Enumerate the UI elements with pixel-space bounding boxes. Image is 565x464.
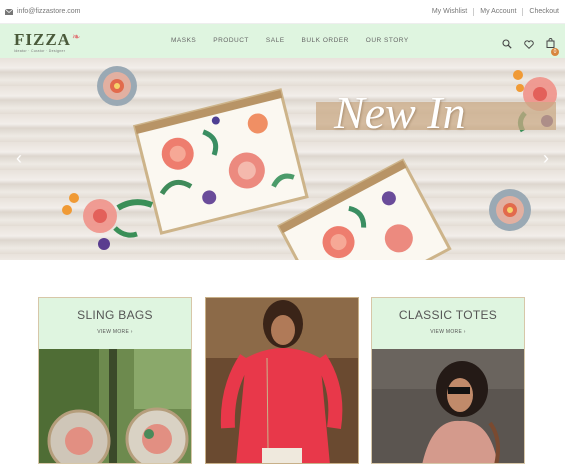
logo-flourish-icon: ❧ bbox=[72, 32, 81, 43]
card-sling-bags[interactable]: SLING BAGS VIEW MORE › bbox=[38, 297, 192, 464]
email-text: info@fizzastore.com bbox=[17, 8, 81, 15]
mail-icon bbox=[5, 8, 13, 15]
chevron-left-icon[interactable]: ‹ bbox=[16, 148, 22, 169]
brand-name: FIZZA bbox=[14, 30, 71, 49]
heart-icon[interactable] bbox=[524, 39, 534, 49]
card-title: SLING BAGS bbox=[77, 308, 153, 322]
chevron-right-icon[interactable]: › bbox=[543, 148, 549, 169]
view-more-link[interactable]: VIEW MORE › bbox=[39, 329, 191, 335]
account-link[interactable]: My Account bbox=[474, 8, 524, 16]
card-classic-totes[interactable]: CLASSIC TOTES VIEW MORE › bbox=[371, 297, 525, 464]
search-icon[interactable] bbox=[502, 39, 512, 49]
menu-item-sale[interactable]: SALE bbox=[266, 37, 285, 44]
account-links: My Wishlist My Account Checkout bbox=[426, 8, 559, 16]
brand-tagline: Ideator · Curator · Designer bbox=[14, 49, 66, 53]
main-navbar: FIZZA Ideator · Curator · Designer ❧ MAS… bbox=[0, 24, 565, 58]
menu-item-our-story[interactable]: OUR STORY bbox=[366, 37, 409, 44]
brand-logo[interactable]: FIZZA Ideator · Curator · Designer ❧ bbox=[14, 30, 80, 53]
sling-bags-image[interactable] bbox=[39, 349, 191, 463]
card-header: SLING BAGS VIEW MORE › bbox=[39, 298, 191, 349]
main-menu: MASKS PRODUCT SALE BULK ORDER OUR STORY bbox=[171, 37, 426, 44]
nav-icons: 0 bbox=[502, 35, 559, 56]
menu-item-product[interactable]: PRODUCT bbox=[213, 37, 249, 44]
cart-icon bbox=[546, 38, 555, 48]
view-more-link[interactable]: VIEW MORE › bbox=[372, 329, 524, 335]
checkout-link[interactable]: Checkout bbox=[523, 8, 559, 16]
contact-email[interactable]: info@fizzastore.com bbox=[5, 8, 81, 15]
category-cards: SLING BAGS VIEW MORE › CLASSIC TOTES VIE… bbox=[0, 260, 565, 464]
top-bar: info@fizzastore.com My Wishlist My Accou… bbox=[0, 0, 565, 24]
hero-banner[interactable]: New In ‹ › bbox=[0, 58, 565, 260]
menu-item-masks[interactable]: MASKS bbox=[171, 37, 196, 44]
card-title: CLASSIC TOTES bbox=[398, 308, 498, 322]
classic-totes-image[interactable] bbox=[372, 349, 524, 463]
hero-title: New In bbox=[316, 82, 556, 144]
card-header: CLASSIC TOTES VIEW MORE › bbox=[372, 298, 524, 349]
hero-title-text: New In bbox=[334, 87, 466, 138]
menu-item-bulk-order[interactable]: BULK ORDER bbox=[302, 37, 349, 44]
featured-model-image bbox=[206, 298, 358, 463]
wishlist-link[interactable]: My Wishlist bbox=[426, 8, 475, 16]
card-featured-model[interactable] bbox=[205, 297, 359, 464]
cart-button[interactable]: 0 bbox=[546, 35, 559, 56]
cart-count-badge: 0 bbox=[551, 48, 559, 56]
